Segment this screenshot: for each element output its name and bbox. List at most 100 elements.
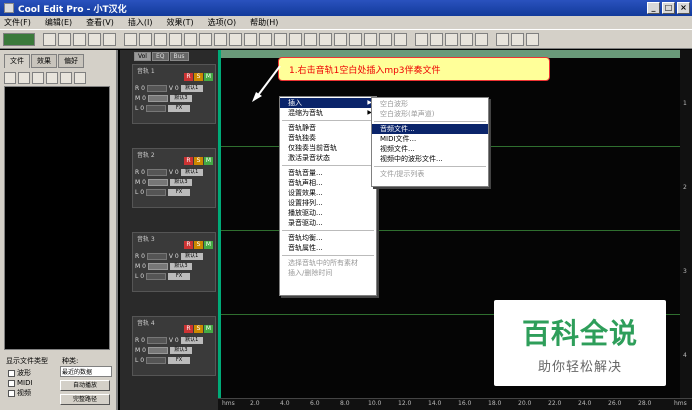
track-2-field-3[interactable]	[146, 189, 167, 196]
menu-item-volume[interactable]: 音轨音量...	[280, 168, 376, 178]
solo-button[interactable]: S	[194, 325, 203, 333]
track-2-in-button[interactable]: 默认3	[169, 179, 192, 186]
autoplay-button[interactable]: 自动播放	[60, 380, 110, 391]
minimize-button[interactable]: _	[647, 2, 660, 14]
scrub-icon[interactable]	[259, 32, 272, 46]
sort-select[interactable]: 最近的数据	[60, 366, 112, 377]
menu-view[interactable]: 查看(V)	[86, 17, 114, 28]
mute-button[interactable]: M	[204, 157, 213, 165]
eq-icon[interactable]	[430, 32, 443, 46]
solo-button[interactable]: S	[194, 241, 203, 249]
metronome-icon[interactable]	[511, 32, 524, 46]
menu-item-pan[interactable]: 音轨声相...	[280, 178, 376, 188]
move-icon[interactable]	[244, 32, 257, 46]
save-all-icon[interactable]	[88, 32, 101, 46]
track-4-fx-button[interactable]: FX	[168, 357, 191, 364]
import-icon[interactable]	[18, 72, 30, 84]
menu-edit[interactable]: 编辑(E)	[45, 17, 72, 28]
submenu-item-video-audio[interactable]: 视频中的波形文件...	[372, 154, 488, 164]
menu-item-solo-current[interactable]: 仅独奏当前音轨	[280, 143, 376, 153]
menu-item-eq[interactable]: 音轨均衡...	[280, 233, 376, 243]
mute-button[interactable]: M	[204, 325, 213, 333]
maximize-button[interactable]: □	[662, 2, 675, 14]
record-button[interactable]: R	[184, 325, 193, 333]
submenu-item-video-file[interactable]: 视频文件...	[372, 144, 488, 154]
track-1-field[interactable]	[146, 85, 167, 92]
mixer-icon[interactable]	[415, 32, 428, 46]
track-4-field-3[interactable]	[146, 357, 167, 364]
play-icon[interactable]	[60, 72, 72, 84]
record-button[interactable]: R	[184, 73, 193, 81]
record-button[interactable]: R	[184, 241, 193, 249]
mode-switch-button[interactable]	[3, 32, 35, 46]
checkbox-video[interactable]	[8, 389, 15, 397]
menu-item-effects[interactable]: 设置效果...	[280, 188, 376, 198]
batch-icon[interactable]	[475, 32, 488, 46]
delete-icon[interactable]	[214, 32, 227, 46]
tab-bus[interactable]: Bus	[169, 52, 189, 61]
open-file-icon[interactable]	[4, 72, 16, 84]
tab-vol[interactable]: Vol	[134, 52, 151, 61]
menu-item-insert[interactable]: 插入 ▶	[280, 98, 376, 108]
track-3-field-2[interactable]	[147, 263, 168, 270]
track-2-out-button[interactable]: 默认1	[180, 169, 203, 176]
solo-button[interactable]: S	[194, 157, 203, 165]
open-icon[interactable]	[58, 32, 71, 46]
cd-icon[interactable]	[460, 32, 473, 46]
menu-item-record-device[interactable]: 录音驱动...	[280, 218, 376, 228]
close-file-icon[interactable]	[103, 32, 116, 46]
track-3-in-button[interactable]: 默认3	[169, 263, 192, 270]
track-4-out-button[interactable]: 默认1	[180, 337, 203, 344]
submenu-item-midi-file[interactable]: MIDI文件...	[372, 134, 488, 144]
track-1-out-button[interactable]: 默认1	[180, 85, 203, 92]
tab-favorites[interactable]: 偏好	[58, 54, 84, 68]
paste-icon[interactable]	[169, 32, 182, 46]
track-2-field[interactable]	[146, 169, 167, 176]
menu-insert[interactable]: 插入(I)	[128, 17, 153, 28]
menu-item-playback-device[interactable]: 播放驱动...	[280, 208, 376, 218]
menu-file[interactable]: 文件(F)	[4, 17, 31, 28]
menu-effects[interactable]: 效果(T)	[166, 17, 193, 28]
track-1-field-2[interactable]	[147, 95, 168, 102]
checkbox-midi[interactable]	[8, 379, 15, 387]
track-3-out-button[interactable]: 默认1	[180, 253, 203, 260]
split-icon[interactable]	[349, 32, 362, 46]
menu-item-arrange[interactable]: 设置排列...	[280, 198, 376, 208]
envelope-icon[interactable]	[304, 32, 317, 46]
track-4-field[interactable]	[146, 337, 167, 344]
snap-icon[interactable]	[319, 32, 332, 46]
checkbox-wave[interactable]	[8, 369, 15, 377]
merge-icon[interactable]	[364, 32, 377, 46]
solo-button[interactable]: S	[194, 73, 203, 81]
help-icon[interactable]	[526, 32, 539, 46]
track-2-field-2[interactable]	[147, 179, 168, 186]
mix-paste-icon[interactable]	[184, 32, 197, 46]
hybrid-icon[interactable]	[289, 32, 302, 46]
mute-button[interactable]: M	[204, 73, 213, 81]
menu-item-mixdown[interactable]: 混缩为音轨 ▶	[280, 108, 376, 118]
wave-icon[interactable]	[445, 32, 458, 46]
save-icon[interactable]	[73, 32, 86, 46]
track-4-field-2[interactable]	[147, 347, 168, 354]
settings-icon[interactable]	[496, 32, 509, 46]
tab-eq[interactable]: EQ	[151, 52, 169, 61]
tab-files[interactable]: 文件	[4, 54, 30, 68]
menu-item-solo[interactable]: 音轨独奏	[280, 133, 376, 143]
menu-item-arm-record[interactable]: 激活录音状态	[280, 153, 376, 163]
group-icon[interactable]	[394, 32, 407, 46]
track-1-in-button[interactable]: 默认3	[169, 95, 192, 102]
menu-help[interactable]: 帮助(H)	[250, 17, 278, 28]
track-4-in-button[interactable]: 默认3	[169, 347, 192, 354]
close-button[interactable]: ×	[677, 2, 690, 14]
track-3-field[interactable]	[146, 253, 167, 260]
submenu-item-audio-file[interactable]: 音频文件...	[372, 124, 488, 134]
time-ruler[interactable]: hms 2.0 4.0 6.0 8.0 10.0 12.0 14.0 16.0 …	[218, 398, 692, 410]
full-path-button[interactable]: 完整路径	[60, 394, 110, 405]
track-3-field-3[interactable]	[146, 273, 167, 280]
list-icon[interactable]	[74, 72, 86, 84]
mute-button[interactable]: M	[204, 241, 213, 249]
close-file-icon[interactable]	[32, 72, 44, 84]
select-icon[interactable]	[229, 32, 242, 46]
copy-icon[interactable]	[154, 32, 167, 46]
menu-options[interactable]: 选项(O)	[208, 17, 237, 28]
